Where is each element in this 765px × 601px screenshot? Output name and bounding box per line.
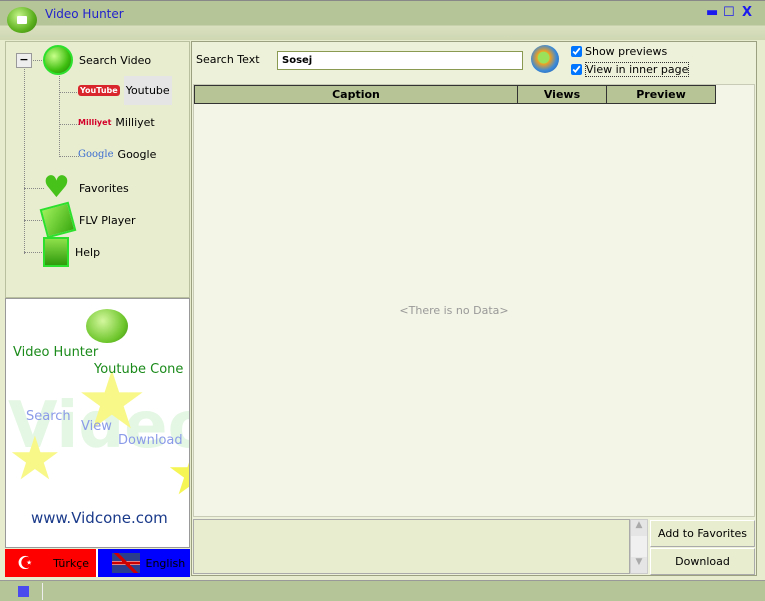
status-divider (42, 583, 43, 600)
tree-item-milliyet[interactable]: Milliyet Milliyet (78, 116, 155, 129)
tree-item-google[interactable]: Google Google (78, 148, 156, 161)
tree-item-label: Search Video (79, 53, 152, 67)
column-header-preview[interactable]: Preview (606, 85, 716, 104)
view-inner-page-checkbox[interactable]: View in inner page (571, 62, 690, 77)
tree-item-label: FLV Player (79, 213, 136, 227)
add-to-favorites-button[interactable]: Add to Favorites (650, 520, 755, 547)
show-previews-checkbox[interactable]: Show previews (571, 45, 667, 58)
navigation-tree: − Search Video YouTube Youtube Milliyet Mi… (5, 41, 190, 298)
tree-item-favorites[interactable]: ♥ Favorites (43, 173, 129, 203)
details-textarea[interactable] (193, 519, 630, 574)
checkbox-label: View in inner page (585, 62, 690, 77)
promo-banner[interactable]: Video ★ ★ ★ Video Hunter Youtube Cone Se… (5, 298, 190, 548)
minimize-button[interactable]: ▬ (706, 5, 718, 20)
flv-player-icon (39, 201, 77, 239)
language-turkish-button[interactable]: ☪ Türkçe (5, 549, 98, 577)
results-table: Caption Views Preview <There is no Data> (193, 84, 755, 517)
tree-item-youtube[interactable]: YouTube Youtube (78, 76, 172, 105)
tree-item-label: Milliyet (115, 116, 155, 129)
banner-search: Search (26, 409, 71, 424)
milliyet-logo-icon: Milliyet (78, 118, 112, 127)
search-input[interactable] (277, 51, 523, 70)
close-button[interactable]: X (742, 5, 752, 20)
star-icon: ★ (166, 439, 189, 509)
scroll-up-icon[interactable]: ▲ (631, 520, 647, 536)
status-bar (0, 580, 765, 601)
tree-item-help[interactable]: Help (43, 237, 100, 267)
banner-view: View (81, 419, 112, 434)
empty-message: <There is no Data> (399, 304, 509, 317)
checkbox-label: Show previews (585, 45, 668, 58)
tree-item-label: Help (75, 245, 101, 259)
status-indicator-icon (18, 586, 29, 597)
vertical-scrollbar[interactable]: ▲ ▼ (630, 519, 648, 574)
star-icon: ★ (8, 424, 62, 494)
collapse-toggle[interactable]: − (16, 53, 32, 68)
turkey-flag-icon: ☪ (17, 552, 34, 574)
window-title: Video Hunter (45, 7, 124, 21)
tree-item-flv-player[interactable]: FLV Player (39, 201, 136, 239)
search-button[interactable] (531, 45, 559, 73)
tree-item-label: Youtube (123, 76, 172, 105)
tree-item-search-video[interactable]: Search Video (43, 45, 151, 75)
search-text-label: Search Text (196, 53, 260, 66)
youtube-logo-icon: YouTube (78, 85, 120, 96)
maximize-button[interactable]: ☐ (723, 5, 735, 20)
chat-logo-icon (86, 309, 128, 343)
heart-icon: ♥ (43, 170, 70, 205)
google-logo-icon: Google (78, 149, 114, 160)
download-button[interactable]: Download (650, 548, 755, 575)
banner-download: Download (118, 433, 183, 448)
globe-icon (43, 45, 73, 75)
banner-product-name: Youtube Cone (94, 362, 184, 377)
column-header-views[interactable]: Views (517, 85, 607, 104)
language-english-button[interactable]: English (97, 549, 190, 577)
tree-item-label: Google (117, 148, 157, 161)
banner-app-name: Video Hunter (13, 345, 99, 360)
app-logo-icon (7, 7, 37, 33)
scroll-down-icon[interactable]: ▼ (631, 557, 647, 573)
help-document-icon (43, 237, 69, 267)
checkbox[interactable] (571, 64, 582, 75)
title-bar: Video Hunter ▬ ☐ X (0, 0, 765, 40)
checkbox[interactable] (571, 46, 582, 57)
language-bar: ☪ Türkçe English (5, 549, 190, 577)
tree-item-label: Favorites (79, 181, 129, 195)
language-label: English (145, 556, 186, 570)
column-header-caption[interactable]: Caption (194, 85, 518, 104)
language-label: Türkçe (53, 556, 90, 570)
banner-url: www.Vidcone.com (31, 509, 168, 527)
uk-flag-icon (111, 553, 140, 573)
